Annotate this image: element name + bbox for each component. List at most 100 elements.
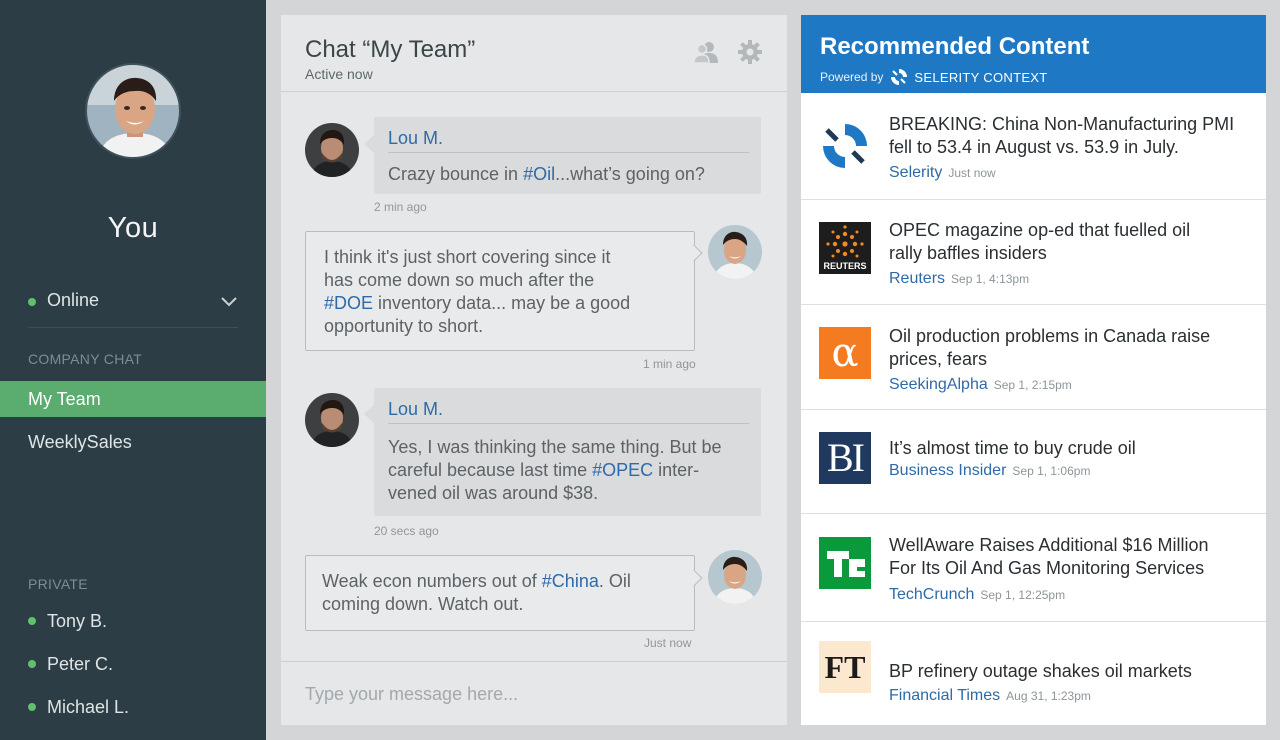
sidebar-item-weeklysales[interactable]: WeeklySales <box>0 424 266 460</box>
message-text-part: ...what’s going on? <box>555 164 705 184</box>
headline-line: OPEC magazine op-ed that fuelled oil <box>889 220 1191 240</box>
seekingalpha-logo: α <box>819 327 871 379</box>
sidebar: You Online COMPANY CHAT My Team WeeklySa… <box>0 0 266 740</box>
sidebar-item-michael[interactable]: Michael L. <box>28 695 129 719</box>
news-item[interactable]: REUTERS OPEC magazine op-ed that fuelled… <box>801 200 1266 305</box>
headline-line: prices, fears <box>889 349 988 369</box>
message-text-part: Weak econ numbers out of <box>322 571 542 591</box>
news-source[interactable]: TechCrunch <box>889 586 974 603</box>
news-headline: BP refinery outage shakes oil markets <box>889 660 1252 683</box>
powered-by-brand: SELERITY CONTEXT <box>914 69 1048 85</box>
message-text-part: careful because last time <box>388 460 593 480</box>
news-item[interactable]: BI It’s almost time to buy crude oil Bus… <box>801 410 1266 514</box>
message-time: 2 min ago <box>374 200 427 214</box>
news-meta: SeekingAlpha Sep 1, 2:15pm <box>889 376 1072 394</box>
online-status-dot <box>28 660 36 668</box>
news-time: Aug 31, 1:23pm <box>1006 689 1091 703</box>
hashtag-link[interactable]: #China <box>542 571 599 591</box>
news-meta: Business Insider Sep 1, 1:06pm <box>889 462 1090 480</box>
message-time: Just now <box>644 636 692 650</box>
message-time: 20 secs ago <box>374 524 439 538</box>
news-time: Sep 1, 1:06pm <box>1012 464 1091 478</box>
news-item[interactable]: TC WellAware Raises Additional $16 Milli… <box>801 514 1266 622</box>
hashtag-link[interactable]: #Oil <box>523 164 555 184</box>
message-sender: Lou M. <box>388 399 444 419</box>
online-status-dot <box>28 703 36 711</box>
message-composer <box>281 661 787 725</box>
news-meta: Reuters Sep 1, 4:13pm <box>889 270 1029 288</box>
bubble-tail <box>364 405 374 423</box>
ft-glyph: FT <box>824 649 866 685</box>
message-text: I think it's just short covering since i… <box>324 246 630 338</box>
message-bubble: Lou M. Crazy bounce in #Oil...what’s goi… <box>374 117 761 194</box>
news-item[interactable]: BREAKING: China Non-Manufacturing PMI fe… <box>801 93 1266 200</box>
message-line: vened oil was around $38. <box>388 483 599 503</box>
reuters-logo-text: REUTERS <box>823 261 867 271</box>
news-headline: OPEC magazine op-ed that fuelled oil ral… <box>889 219 1252 265</box>
powered-by: Powered by SELERITY CONTEXT <box>820 67 1048 87</box>
news-headline: WellAware Raises Additional $16 Million … <box>889 534 1252 580</box>
my-avatar[interactable] <box>708 550 762 604</box>
sidebar-item-peter[interactable]: Peter C. <box>28 652 113 676</box>
selerity-logo <box>819 120 871 172</box>
news-source[interactable]: Selerity <box>889 164 942 181</box>
gear-icon[interactable] <box>736 39 764 65</box>
sidebar-item-tony[interactable]: Tony B. <box>28 609 107 633</box>
bubble-tail <box>364 135 374 153</box>
online-status-dot <box>28 617 36 625</box>
message-text-part: inventory data... may be a good <box>373 293 631 313</box>
status-label: Online <box>47 290 100 310</box>
message-bubble: Weak econ numbers out of #China. Oil com… <box>305 555 695 631</box>
headline-line: Oil production problems in Canada raise <box>889 326 1211 346</box>
private-heading: PRIVATE <box>28 576 88 592</box>
business-insider-logo: BI <box>819 432 871 484</box>
selerity-logo-icon <box>891 69 908 85</box>
user-avatar[interactable] <box>85 63 181 159</box>
headline-line: For Its Oil And Gas Monitoring Services <box>889 558 1205 578</box>
divider <box>388 423 749 424</box>
chat-header: Chat “My Team” Active now <box>281 15 787 92</box>
my-avatar[interactable] <box>708 225 762 279</box>
news-time: Just now <box>948 166 996 180</box>
message-line: Yes, I was thinking the same thing. But … <box>388 437 722 457</box>
news-meta: Financial Times Aug 31, 1:23pm <box>889 687 1091 705</box>
powered-by-label: Powered by <box>820 70 884 84</box>
status-selector[interactable]: Online <box>28 290 238 328</box>
message-line: opportunity to short. <box>324 316 484 336</box>
chevron-down-icon[interactable] <box>220 294 238 308</box>
chat-title: Chat “My Team” <box>305 36 476 63</box>
headline-line: WellAware Raises Additional $16 Million <box>889 535 1209 555</box>
message-bubble: I think it's just short covering since i… <box>305 231 695 351</box>
news-meta: TechCrunch Sep 1, 12:25pm <box>889 586 1065 604</box>
news-item[interactable]: FT BP refinery outage shakes oil markets… <box>801 622 1266 725</box>
message-text-part: . Oil <box>598 571 631 591</box>
hashtag-link[interactable]: #OPEC <box>592 460 653 480</box>
news-source[interactable]: SeekingAlpha <box>889 376 988 393</box>
news-source[interactable]: Business Insider <box>889 462 1006 479</box>
news-time: Sep 1, 2:15pm <box>993 378 1072 392</box>
lou-avatar[interactable] <box>305 393 359 447</box>
news-time: Sep 1, 4:13pm <box>951 272 1030 286</box>
message-text: Weak econ numbers out of #China. Oil com… <box>322 570 631 616</box>
lou-avatar[interactable] <box>305 123 359 177</box>
headline-line: fell to 53.4 in August vs. 53.9 in July. <box>889 137 1179 157</box>
hashtag-link[interactable]: #DOE <box>324 293 373 313</box>
message-line: Weak econ numbers out of #China. Oil <box>322 570 631 593</box>
bi-glyph: BI <box>827 435 865 480</box>
headline-line: BREAKING: China Non-Manufacturing PMI <box>889 114 1235 134</box>
alpha-glyph: α <box>831 330 859 376</box>
chat-panel: Chat “My Team” Active now Lou M. Crazy b… <box>281 15 787 725</box>
message-text: Yes, I was thinking the same thing. But … <box>388 436 722 505</box>
message-bubble: Lou M. Yes, I was thinking the same thin… <box>374 388 761 516</box>
members-icon[interactable] <box>692 39 720 65</box>
news-source[interactable]: Reuters <box>889 270 945 287</box>
message-input[interactable] <box>305 680 765 708</box>
contact-name: Michael L. <box>47 696 130 717</box>
news-item[interactable]: α Oil production problems in Canada rais… <box>801 305 1266 410</box>
sidebar-item-my-team[interactable]: My Team <box>0 381 266 417</box>
news-headline: BREAKING: China Non-Manufacturing PMI fe… <box>889 113 1252 159</box>
news-time: Sep 1, 12:25pm <box>980 588 1066 602</box>
recommended-panel: Recommended Content Powered by SELERITY … <box>801 15 1266 725</box>
financial-times-logo: FT <box>819 641 871 693</box>
news-source[interactable]: Financial Times <box>889 687 1000 704</box>
